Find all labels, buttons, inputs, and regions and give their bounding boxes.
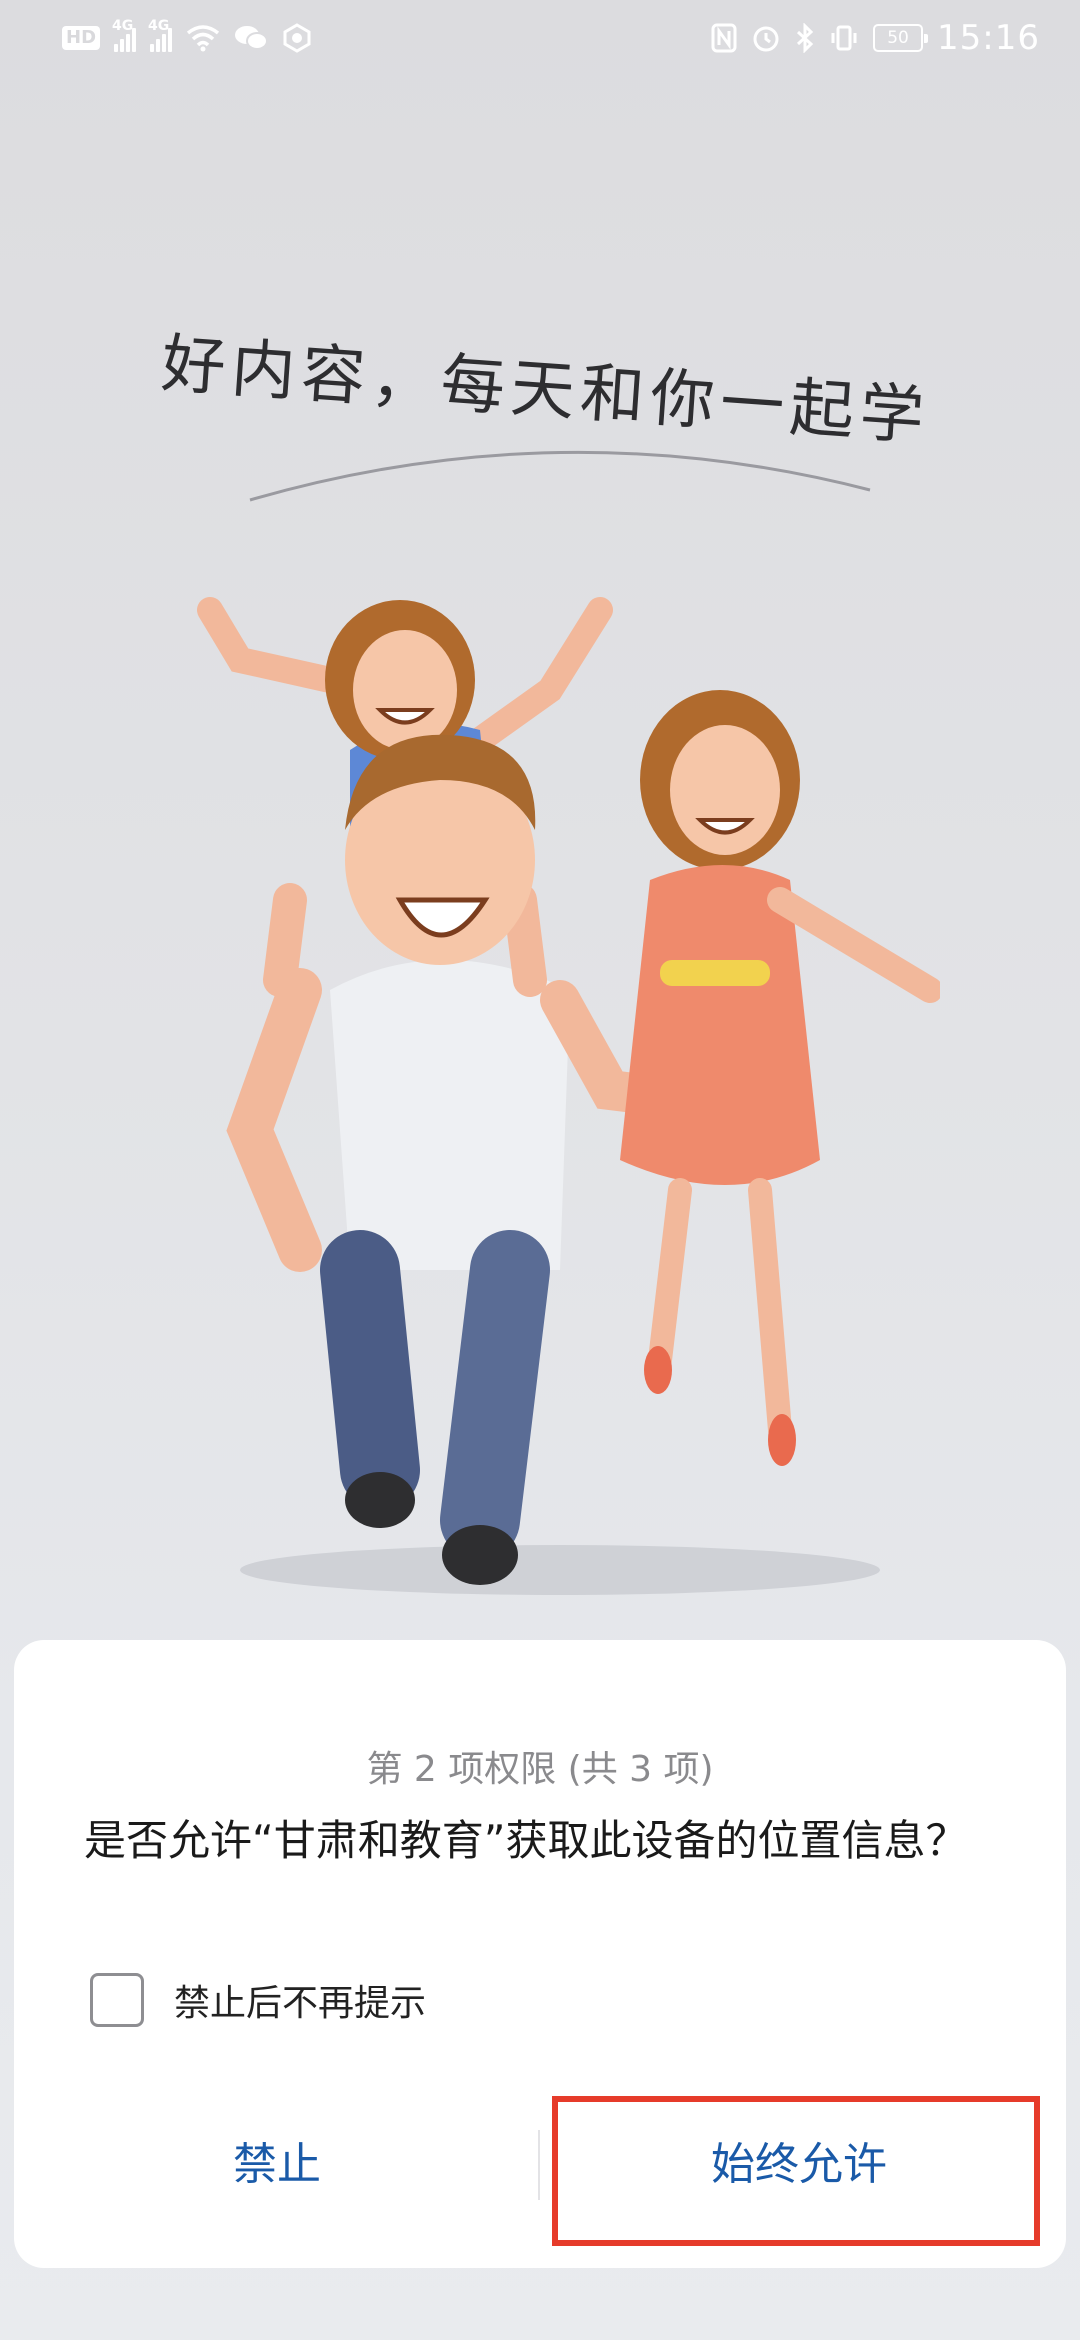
dont-ask-again-checkbox[interactable] bbox=[90, 1973, 144, 2027]
bluetooth-icon bbox=[795, 21, 815, 55]
wifi-icon bbox=[186, 21, 220, 55]
family-illustration bbox=[197, 597, 940, 1595]
status-right-icons: 50 15:16 bbox=[711, 18, 1040, 58]
dont-ask-again-row[interactable]: 禁止后不再提示 bbox=[90, 1970, 426, 2030]
permission-question: 是否允许“甘肃和教育”获取此设备的位置信息？ bbox=[84, 1816, 968, 1865]
nfc-icon bbox=[711, 21, 737, 55]
status-bar: HD 4G 4G 50 15:16 bbox=[0, 0, 1080, 80]
dont-ask-again-label: 禁止后不再提示 bbox=[174, 1983, 427, 2024]
button-divider bbox=[538, 2130, 540, 2200]
deny-button[interactable]: 禁止 bbox=[14, 2100, 540, 2220]
vibrate-icon bbox=[829, 21, 859, 55]
alarm-icon bbox=[751, 21, 781, 55]
headline-arc bbox=[249, 450, 871, 502]
signal-icon: 4G bbox=[148, 18, 173, 52]
hd-icon: HD bbox=[62, 26, 101, 50]
status-time: 15:16 bbox=[937, 18, 1040, 58]
battery-icon: 50 bbox=[873, 24, 929, 52]
wechat-icon bbox=[234, 21, 269, 55]
highlight-box bbox=[552, 2096, 1040, 2246]
permission-counter: 第 2 项权限 (共 3 项) bbox=[366, 1749, 714, 1790]
app-icon bbox=[282, 21, 312, 55]
signal-icon: 4G bbox=[112, 18, 137, 52]
status-left-icons: HD 4G 4G bbox=[62, 18, 312, 58]
permission-dialog: 第 2 项权限 (共 3 项) 是否允许“甘肃和教育”获取此设备的位置信息？ 禁… bbox=[14, 1640, 1066, 2268]
